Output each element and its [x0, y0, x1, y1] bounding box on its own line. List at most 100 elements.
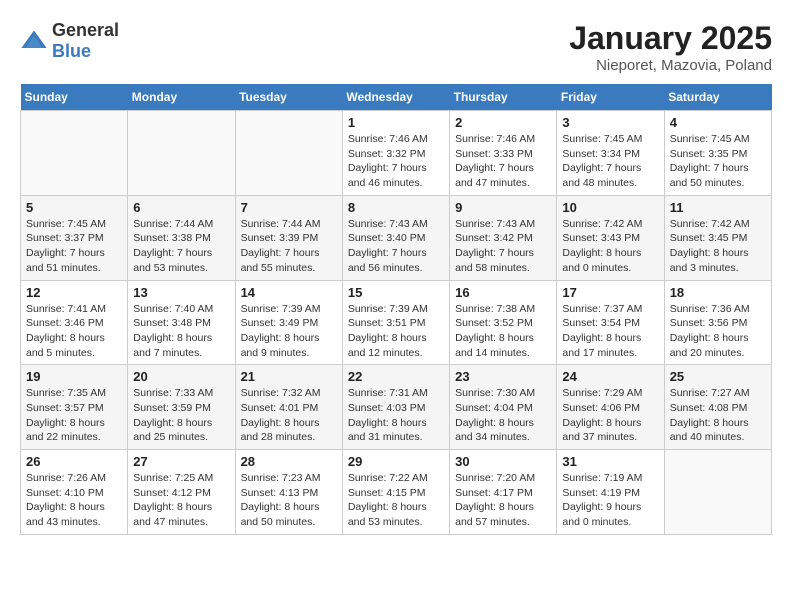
- calendar-week-4: 19 Sunrise: 7:35 AMSunset: 3:57 PMDayligh…: [21, 365, 772, 450]
- calendar-cell: 30 Sunrise: 7:20 AMSunset: 4:17 PMDayligh…: [450, 450, 557, 535]
- weekday-header-sunday: Sunday: [21, 84, 128, 111]
- day-number: 13: [133, 285, 229, 300]
- day-number: 16: [455, 285, 551, 300]
- logo-text: General Blue: [52, 20, 119, 62]
- day-number: 18: [670, 285, 766, 300]
- day-number: 4: [670, 115, 766, 130]
- logo-blue: Blue: [52, 41, 91, 61]
- weekday-header-thursday: Thursday: [450, 84, 557, 111]
- day-number: 28: [241, 454, 337, 469]
- day-number: 5: [26, 200, 122, 215]
- page-header: General Blue January 2025 Nieporet, Mazo…: [20, 20, 772, 74]
- calendar-cell: 23Sunrise: 7:30 AMSunset: 4:04 PMDayligh…: [450, 365, 557, 450]
- calendar-table: SundayMondayTuesdayWednesdayThursdayFrid…: [20, 84, 772, 535]
- calendar-cell: 8 Sunrise: 7:43 AMSunset: 3:40 PMDaylight…: [342, 195, 449, 280]
- day-number: 26: [26, 454, 122, 469]
- calendar-cell: 15 Sunrise: 7:39 AMSunset: 3:51 PMDayligh…: [342, 280, 449, 365]
- calendar-cell: 26 Sunrise: 7:26 AMSunset: 4:10 PMDayligh…: [21, 450, 128, 535]
- calendar-cell: 9Sunrise: 7:43 AMSunset: 3:42 PMDaylight…: [450, 195, 557, 280]
- day-info: Sunrise: 7:46 AMSunset: 3:33 PMDaylight:…: [455, 132, 551, 191]
- day-number: 23: [455, 369, 551, 384]
- day-number: 8: [348, 200, 444, 215]
- day-info: Sunrise: 7:41 AMSunset: 3:46 PMDaylight:…: [26, 302, 122, 361]
- calendar-cell: 25 Sunrise: 7:27 AMSunset: 4:08 PMDayligh…: [664, 365, 771, 450]
- calendar-cell: 12 Sunrise: 7:41 AMSunset: 3:46 PMDayligh…: [21, 280, 128, 365]
- calendar-cell: [128, 111, 235, 196]
- day-info: Sunrise: 7:27 AMSunset: 4:08 PMDaylight:…: [670, 386, 766, 445]
- weekday-header-tuesday: Tuesday: [235, 84, 342, 111]
- calendar-cell: 7 Sunrise: 7:44 AMSunset: 3:39 PMDaylight…: [235, 195, 342, 280]
- calendar-cell: 17 Sunrise: 7:37 AMSunset: 3:54 PMDayligh…: [557, 280, 664, 365]
- calendar-cell: 28Sunrise: 7:23 AMSunset: 4:13 PMDayligh…: [235, 450, 342, 535]
- weekday-header-wednesday: Wednesday: [342, 84, 449, 111]
- day-info: Sunrise: 7:43 AMSunset: 3:40 PMDaylight:…: [348, 217, 444, 276]
- day-info: Sunrise: 7:29 AMSunset: 4:06 PMDaylight:…: [562, 386, 658, 445]
- day-number: 10: [562, 200, 658, 215]
- day-number: 15: [348, 285, 444, 300]
- calendar-week-2: 5 Sunrise: 7:45 AMSunset: 3:37 PMDaylight…: [21, 195, 772, 280]
- day-info: Sunrise: 7:45 AMSunset: 3:37 PMDaylight:…: [26, 217, 122, 276]
- day-number: 3: [562, 115, 658, 130]
- day-number: 7: [241, 200, 337, 215]
- day-number: 12: [26, 285, 122, 300]
- calendar-cell: 11Sunrise: 7:42 AMSunset: 3:45 PMDayligh…: [664, 195, 771, 280]
- weekday-header-friday: Friday: [557, 84, 664, 111]
- day-number: 25: [670, 369, 766, 384]
- day-info: Sunrise: 7:31 AMSunset: 4:03 PMDaylight:…: [348, 386, 444, 445]
- day-info: Sunrise: 7:20 AMSunset: 4:17 PMDaylight:…: [455, 471, 551, 530]
- day-info: Sunrise: 7:26 AMSunset: 4:10 PMDaylight:…: [26, 471, 122, 530]
- calendar-cell: [235, 111, 342, 196]
- day-number: 29: [348, 454, 444, 469]
- day-number: 21: [241, 369, 337, 384]
- day-number: 19: [26, 369, 122, 384]
- day-number: 30: [455, 454, 551, 469]
- day-info: Sunrise: 7:44 AMSunset: 3:39 PMDaylight:…: [241, 217, 337, 276]
- day-info: Sunrise: 7:22 AMSunset: 4:15 PMDaylight:…: [348, 471, 444, 530]
- day-info: Sunrise: 7:35 AMSunset: 3:57 PMDaylight:…: [26, 386, 122, 445]
- day-number: 9: [455, 200, 551, 215]
- calendar-cell: 27 Sunrise: 7:25 AMSunset: 4:12 PMDayligh…: [128, 450, 235, 535]
- calendar-cell: 4 Sunrise: 7:45 AMSunset: 3:35 PMDaylight…: [664, 111, 771, 196]
- day-number: 2: [455, 115, 551, 130]
- day-info: Sunrise: 7:40 AMSunset: 3:48 PMDaylight:…: [133, 302, 229, 361]
- day-number: 27: [133, 454, 229, 469]
- day-number: 6: [133, 200, 229, 215]
- day-info: Sunrise: 7:45 AMSunset: 3:35 PMDaylight:…: [670, 132, 766, 191]
- calendar-cell: 3Sunrise: 7:45 AMSunset: 3:34 PMDaylight…: [557, 111, 664, 196]
- day-info: Sunrise: 7:39 AMSunset: 3:51 PMDaylight:…: [348, 302, 444, 361]
- day-number: 24: [562, 369, 658, 384]
- logo-icon: [20, 27, 48, 55]
- calendar-week-1: 1Sunrise: 7:46 AMSunset: 3:32 PMDaylight…: [21, 111, 772, 196]
- calendar-cell: 22 Sunrise: 7:31 AMSunset: 4:03 PMDayligh…: [342, 365, 449, 450]
- day-info: Sunrise: 7:25 AMSunset: 4:12 PMDaylight:…: [133, 471, 229, 530]
- weekday-header-monday: Monday: [128, 84, 235, 111]
- calendar-cell: 6 Sunrise: 7:44 AMSunset: 3:38 PMDaylight…: [128, 195, 235, 280]
- title-block: January 2025 Nieporet, Mazovia, Poland: [569, 20, 772, 74]
- day-number: 22: [348, 369, 444, 384]
- day-number: 31: [562, 454, 658, 469]
- calendar-cell: 18 Sunrise: 7:36 AMSunset: 3:56 PMDayligh…: [664, 280, 771, 365]
- calendar-cell: 16Sunrise: 7:38 AMSunset: 3:52 PMDayligh…: [450, 280, 557, 365]
- calendar-cell: 1Sunrise: 7:46 AMSunset: 3:32 PMDaylight…: [342, 111, 449, 196]
- day-info: Sunrise: 7:44 AMSunset: 3:38 PMDaylight:…: [133, 217, 229, 276]
- calendar-cell: 24 Sunrise: 7:29 AMSunset: 4:06 PMDayligh…: [557, 365, 664, 450]
- logo-general: General: [52, 20, 119, 40]
- page-title: January 2025: [569, 20, 772, 57]
- calendar-cell: 14Sunrise: 7:39 AMSunset: 3:49 PMDayligh…: [235, 280, 342, 365]
- calendar-cell: 20Sunrise: 7:33 AMSunset: 3:59 PMDayligh…: [128, 365, 235, 450]
- weekday-header-saturday: Saturday: [664, 84, 771, 111]
- day-info: Sunrise: 7:32 AMSunset: 4:01 PMDaylight:…: [241, 386, 337, 445]
- calendar-cell: 10 Sunrise: 7:42 AMSunset: 3:43 PMDayligh…: [557, 195, 664, 280]
- day-info: Sunrise: 7:36 AMSunset: 3:56 PMDaylight:…: [670, 302, 766, 361]
- day-number: 17: [562, 285, 658, 300]
- calendar-cell: 19 Sunrise: 7:35 AMSunset: 3:57 PMDayligh…: [21, 365, 128, 450]
- day-info: Sunrise: 7:37 AMSunset: 3:54 PMDaylight:…: [562, 302, 658, 361]
- day-info: Sunrise: 7:42 AMSunset: 3:43 PMDaylight:…: [562, 217, 658, 276]
- day-info: Sunrise: 7:19 AMSunset: 4:19 PMDaylight:…: [562, 471, 658, 530]
- page-subtitle: Nieporet, Mazovia, Poland: [569, 57, 772, 74]
- calendar-cell: [664, 450, 771, 535]
- calendar-cell: 2 Sunrise: 7:46 AMSunset: 3:33 PMDaylight…: [450, 111, 557, 196]
- calendar-week-5: 26 Sunrise: 7:26 AMSunset: 4:10 PMDayligh…: [21, 450, 772, 535]
- calendar-cell: 21 Sunrise: 7:32 AMSunset: 4:01 PMDayligh…: [235, 365, 342, 450]
- calendar-cell: [21, 111, 128, 196]
